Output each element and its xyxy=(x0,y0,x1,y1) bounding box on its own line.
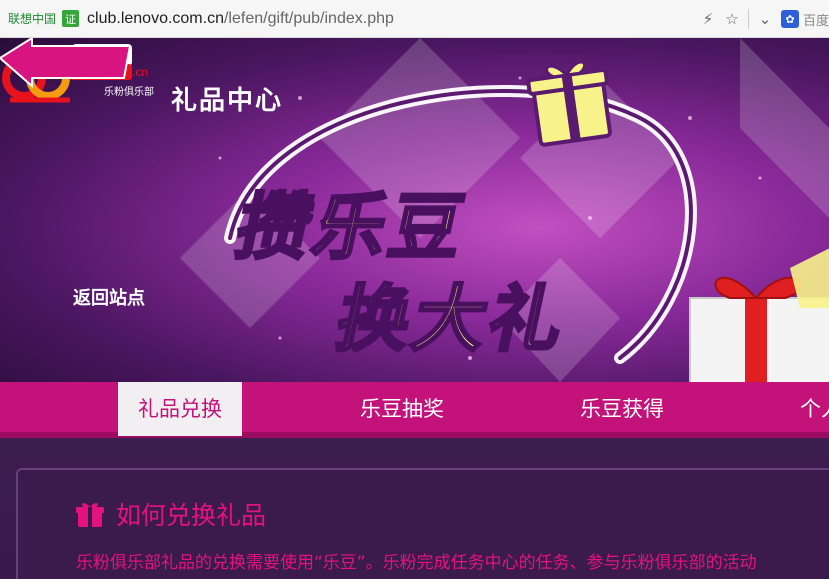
nav-tab-gift-exchange[interactable]: 礼品兑换 xyxy=(118,382,242,436)
baidu-paw-icon[interactable]: ✿ xyxy=(780,10,799,28)
address-bar-actions: ⚡ ☆ ⌄ ✿ 百度 xyxy=(696,0,829,38)
address-bar: 联想中国 证 club.lenovo.com.cn/lefen/gift/pub… xyxy=(0,0,829,38)
slogan-line-1: 攒乐豆 xyxy=(228,184,477,271)
nav-tab-personal[interactable]: 个人 xyxy=(800,382,829,436)
search-engine-label[interactable]: 百度 xyxy=(803,10,829,29)
gift-icon xyxy=(76,503,104,527)
back-arrow-shape[interactable] xyxy=(0,38,130,90)
nav-tab-earn-beans[interactable]: 乐豆获得 xyxy=(580,382,664,436)
slogan-line-2: 换大礼 xyxy=(328,276,577,363)
site-identity[interactable]: 联想中国 xyxy=(8,10,56,27)
url-path: /lefen/gift/pub/index.php xyxy=(223,9,394,27)
back-to-site-button[interactable]: 返回站点 xyxy=(73,284,145,310)
gift-box-icon xyxy=(526,60,612,147)
lightning-icon[interactable]: ⚡ xyxy=(696,10,720,28)
hero-banner: lefen.cn 乐粉俱乐部 礼品中心 攒乐豆 换大礼 返回站点 xyxy=(0,38,829,382)
section-title: 礼品中心 xyxy=(171,86,284,116)
divider xyxy=(747,9,749,29)
how-to-heading: 如何兑换礼品 xyxy=(116,501,267,530)
main-nav: 礼品兑换 乐豆抽奖 乐豆获得 个人 xyxy=(0,382,829,438)
url-field[interactable]: club.lenovo.com.cn/lefen/gift/pub/index.… xyxy=(87,10,394,28)
star-bookmark-icon[interactable]: ☆ xyxy=(720,10,744,28)
chevron-down-icon[interactable]: ⌄ xyxy=(753,10,777,28)
red-gift-icon xyxy=(689,248,829,382)
nav-tab-lottery[interactable]: 乐豆抽奖 xyxy=(360,382,444,436)
url-host: club.lenovo.com.cn xyxy=(87,9,224,27)
certificate-badge-icon[interactable]: 证 xyxy=(62,10,80,27)
how-to-description: 乐粉俱乐部礼品的兑换需要使用“乐豆”。乐粉完成任务中心的任务、参与乐粉俱乐部的活… xyxy=(76,553,757,573)
